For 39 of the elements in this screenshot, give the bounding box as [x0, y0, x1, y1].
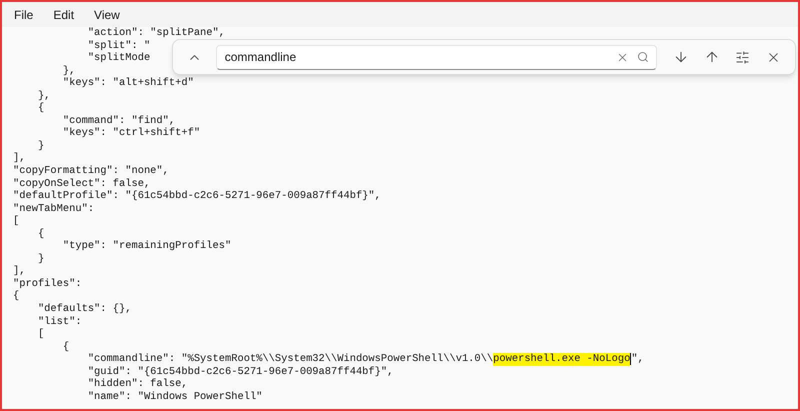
- search-field[interactable]: commandline: [216, 44, 658, 70]
- code-line: "keys": "alt+shift+d": [62, 77, 194, 90]
- code-line: {: [62, 340, 70, 354]
- menu-item[interactable]: View: [86, 6, 128, 24]
- code-line: },: [36, 90, 50, 102]
- code-line: ],: [13, 152, 26, 166]
- code-line: "split": ": [86, 40, 150, 52]
- code-line: "copyFormatting": "none",: [13, 165, 169, 178]
- code-line: "defaults": {},: [36, 303, 132, 316]
- code-line: "list":: [36, 316, 82, 328]
- menu-item[interactable]: Edit: [45, 6, 82, 24]
- menu-item[interactable]: File: [6, 6, 42, 24]
- code-line: },: [62, 64, 76, 78]
- code-line: [: [36, 328, 44, 341]
- code-line: "hidden": false,: [86, 378, 188, 391]
- sliders-icon: [735, 50, 750, 64]
- code-line: "splitMode: [86, 52, 150, 65]
- text-cursor: [630, 353, 632, 366]
- code-line: "keys": "ctrl+shift+f": [62, 127, 200, 140]
- code-line: "commandline": "%SystemRoot%\\System32\\WindowsPowerShell\\v1.0\\: [86, 353, 494, 366]
- code-line: "newTabMenu":: [13, 202, 94, 216]
- code-line: "defaultProfile": "{61c54bbd-c2c6-5271-96e7-009a87ff44bf}",: [13, 190, 381, 203]
- code-line: "name": "Windows PowerShell": [86, 390, 262, 404]
- code-line: [: [13, 215, 20, 228]
- code-line: "copyOnSelect": false,: [13, 178, 150, 190]
- code-line: "type": "remainingProfiles": [62, 240, 232, 253]
- code-line: ",: [631, 353, 644, 366]
- code-line: "guid": "{61c54bbd-c2c6-5271-96e7-009a87ff44bf}",: [86, 366, 394, 378]
- code-line: {: [13, 290, 20, 304]
- search-match-highlight: powershell.exe -NoLogo: [493, 353, 630, 366]
- code-line: "command": "find",: [62, 114, 176, 128]
- code-line: }: [36, 140, 44, 152]
- code-line: "action": "splitPane",: [86, 27, 226, 40]
- code-line: }: [36, 252, 44, 266]
- code-line: {: [36, 102, 44, 115]
- code-line: "profiles":: [13, 278, 82, 290]
- code-line: {: [36, 228, 44, 240]
- search-icon[interactable]: [637, 50, 650, 62]
- code-line: ],: [13, 265, 26, 278]
